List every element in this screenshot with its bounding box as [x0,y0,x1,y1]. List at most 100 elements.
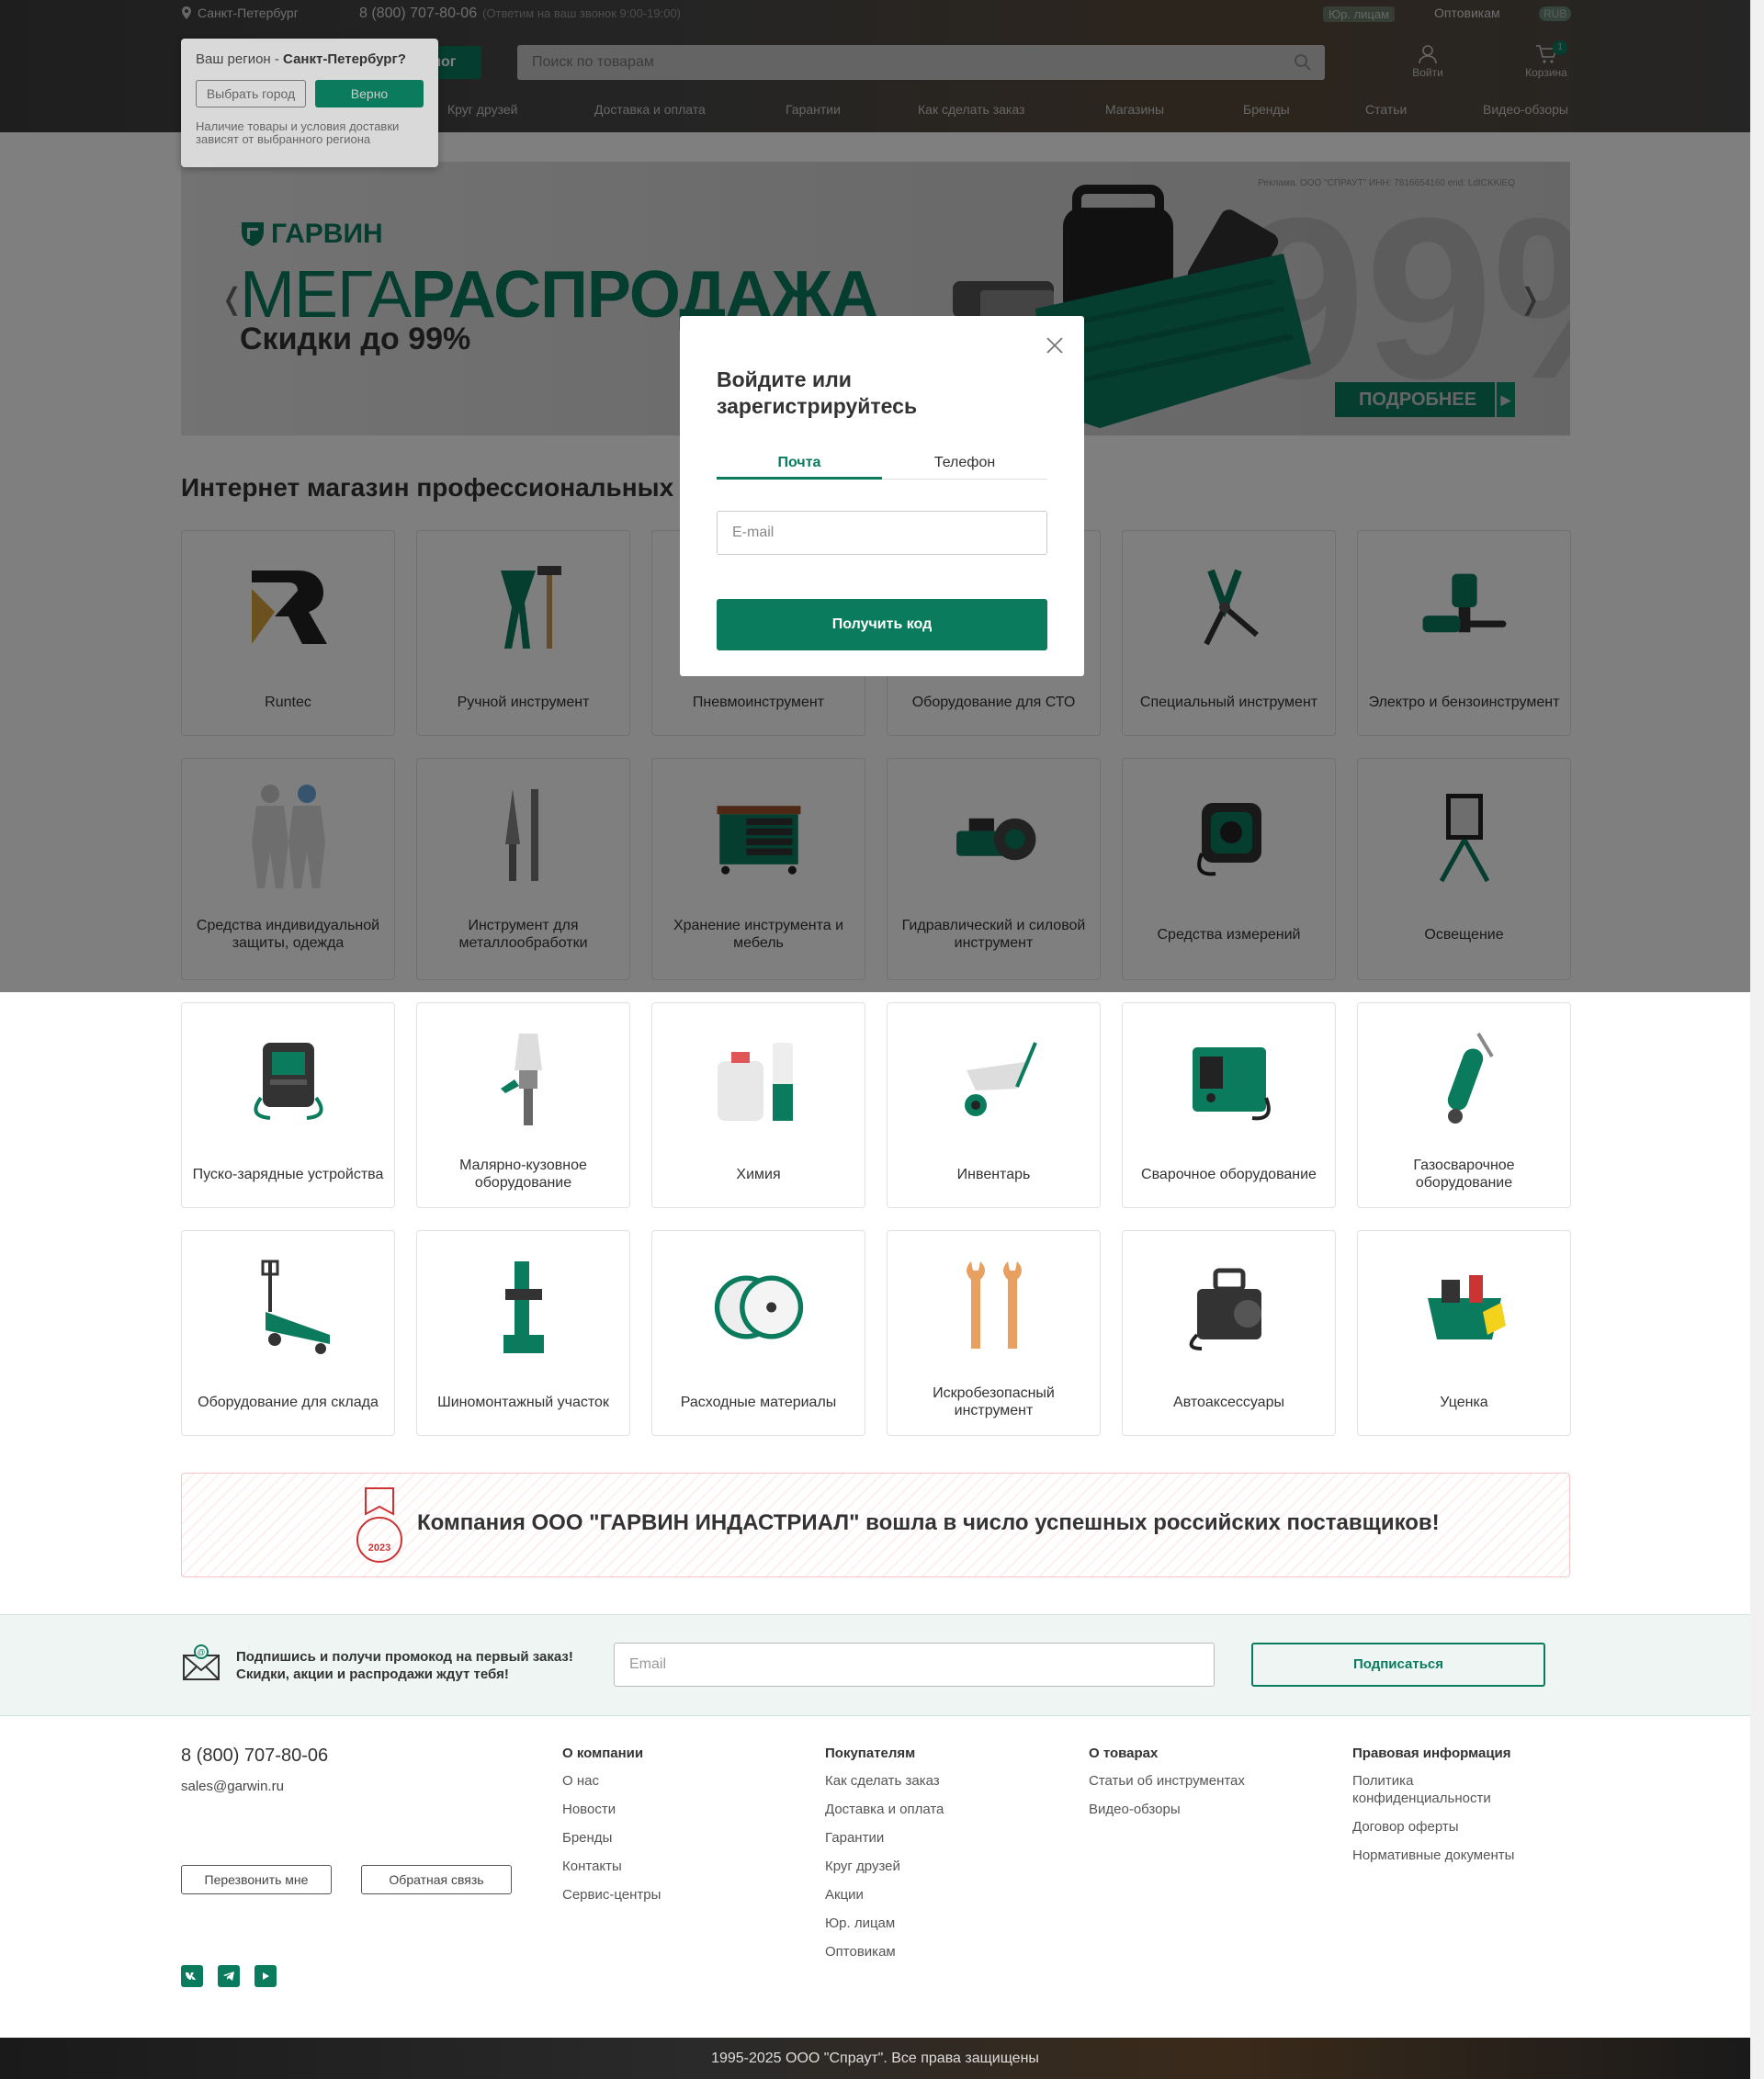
region-city: Санкт-Петербург? [283,51,406,67]
footer-link[interactable]: Акции [825,1886,944,1904]
callback-button[interactable]: Перезвонить мне [181,1865,332,1894]
category-card[interactable]: Уценка [1357,1230,1571,1436]
category-image [1183,1029,1275,1130]
subscribe-line-2: Скидки, акции и распродажи ждут тебя! [236,1667,509,1682]
svg-text:@: @ [197,1648,205,1657]
footer-link[interactable]: Договор оферты [1352,1818,1545,1836]
modal-title: Войдите или зарегистрируйтесь [717,367,918,418]
tab-email[interactable]: Почта [717,452,882,480]
footer-link[interactable]: Сервис-центры [562,1886,661,1904]
footer-link[interactable]: Юр. лицам [825,1915,944,1932]
category-card[interactable]: Малярно-кузовное оборудование [416,1002,630,1208]
copyright-bar: 1995-2025 ООО "Спраут". Все права защище… [0,2038,1750,2079]
category-image [1183,1257,1275,1358]
footer-phone[interactable]: 8 (800) 707-80-06 [181,1746,328,1767]
choose-city-button[interactable]: Выбрать город [196,80,306,107]
category-label: Малярно-кузовное оборудование [459,1158,587,1191]
category-label: Оборудование для склада [198,1394,379,1410]
feedback-button[interactable]: Обратная связь [361,1865,512,1894]
supplier-promo-banner[interactable]: 2023 Компания ООО "ГАРВИН ИНДАСТРИАЛ" во… [181,1473,1570,1577]
category-card[interactable]: Инвентарь [887,1002,1101,1208]
page-scrollbar[interactable] [1750,0,1764,2079]
login-modal: Войдите или зарегистрируйтесь Почта Теле… [680,316,1084,676]
category-card[interactable]: Оборудование для склада [181,1230,395,1436]
footer-email[interactable]: sales@garwin.ru [181,1779,284,1794]
subscribe-email-box [614,1643,1215,1687]
category-card[interactable]: Искробезопасный инструмент [887,1230,1101,1436]
footer-link[interactable]: Новости [562,1801,661,1818]
category-image [478,1257,570,1358]
get-code-button[interactable]: Получить код [717,599,1047,650]
footer-link[interactable]: Видео-обзоры [1089,1801,1245,1818]
category-card[interactable]: Пуско-зарядные устройства [181,1002,395,1208]
category-image [243,1257,334,1358]
region-buttons: Выбрать город Верно [196,80,424,107]
category-label: Пуско-зарядные устройства [192,1166,384,1182]
category-image [1419,1257,1510,1358]
category-image [713,1257,805,1358]
site-footer: 8 (800) 707-80-06 sales@garwin.ru Перезв… [0,1716,1750,2038]
confirm-city-button[interactable]: Верно [315,80,424,107]
category-label: Расходные материалы [680,1394,837,1410]
subscribe-section: @ Подпишись и получи промокод на первый … [0,1614,1750,1716]
telegram-icon[interactable] [218,1965,240,1987]
category-card[interactable]: Расходные материалы [651,1230,865,1436]
footer-link[interactable]: Контакты [562,1858,661,1875]
footer-col-products: О товарах Статьи об инструментах Видео-о… [1089,1746,1245,1829]
footer-col-buyers: Покупателям Как сделать заказ Доставка и… [825,1746,944,1972]
subscribe-line-1: Подпишись и получи промокод на первый за… [236,1649,573,1665]
promo-text: Компания ООО "ГАРВИН ИНДАСТРИАЛ" вошла в… [417,1510,1440,1535]
category-image [948,1029,1040,1130]
category-label: Инвентарь [956,1166,1031,1182]
category-card[interactable]: Шиномонтажный участок [416,1230,630,1436]
footer-link[interactable]: Нормативные документы [1352,1847,1545,1864]
subscribe-button[interactable]: Подписаться [1251,1643,1545,1687]
footer-col-company: О компании О нас Новости Бренды Контакты… [562,1746,661,1915]
category-image [713,1029,805,1130]
tab-phone[interactable]: Телефон [882,452,1047,480]
page: Санкт-Петербург 8 (800) 707-80-06(Ответи… [0,0,1764,2079]
category-label: Уценка [1440,1394,1488,1410]
category-label: Автоаксессуары [1173,1394,1284,1410]
footer-col-title: О компании [562,1746,644,1761]
email-input[interactable] [718,512,1046,554]
region-popup: Ваш регион - Санкт-Петербург? Выбрать го… [181,39,438,167]
footer-link[interactable]: О нас [562,1772,661,1790]
mail-icon: @ [183,1644,220,1680]
region-question: Ваш регион - Санкт-Петербург? [196,51,424,67]
subscribe-text: Подпишись и получи промокод на первый за… [236,1648,573,1683]
category-card[interactable]: Химия [651,1002,865,1208]
footer-col-title: О товарах [1089,1746,1159,1761]
email-field-box [717,511,1047,555]
footer-link[interactable]: Политика конфиденциальности [1352,1772,1518,1807]
category-image [243,1029,334,1130]
footer-col-legal: Правовая информация Политика конфиденциа… [1352,1746,1545,1875]
close-icon[interactable] [1046,336,1064,355]
region-note: Наличие товары и условия доставки завися… [196,119,400,146]
category-label: Газосварочное оборудование [1413,1158,1515,1191]
region-prefix: Ваш регион - [196,51,284,67]
supplier-badge-icon: 2023 [356,1487,402,1563]
footer-link[interactable]: Статьи об инструментах [1089,1772,1245,1790]
youtube-icon[interactable] [254,1965,277,1987]
category-label: Шиномонтажный участок [437,1394,609,1410]
subscribe-email-input[interactable] [615,1644,1214,1686]
category-card[interactable]: Газосварочное оборудование [1357,1002,1571,1208]
footer-link[interactable]: Бренды [562,1829,661,1847]
footer-link[interactable]: Круг друзей [825,1858,944,1875]
category-image [478,1029,570,1130]
footer-link[interactable]: Оптовикам [825,1943,944,1960]
footer-link[interactable]: Гарантии [825,1829,944,1847]
footer-link[interactable]: Доставка и оплата [825,1801,944,1818]
category-card[interactable]: Автоаксессуары [1122,1230,1336,1436]
category-image [1419,1029,1510,1130]
category-image [948,1257,1040,1358]
badge-year: 2023 [368,1542,390,1554]
category-label: Искробезопасный инструмент [933,1385,1055,1418]
category-label: Сварочное оборудование [1141,1166,1317,1182]
login-tabs: Почта Телефон [717,452,1047,480]
vk-icon[interactable] [181,1965,203,1987]
category-card[interactable]: Сварочное оборудование [1122,1002,1336,1208]
category-label: Химия [736,1166,781,1182]
footer-link[interactable]: Как сделать заказ [825,1772,944,1790]
